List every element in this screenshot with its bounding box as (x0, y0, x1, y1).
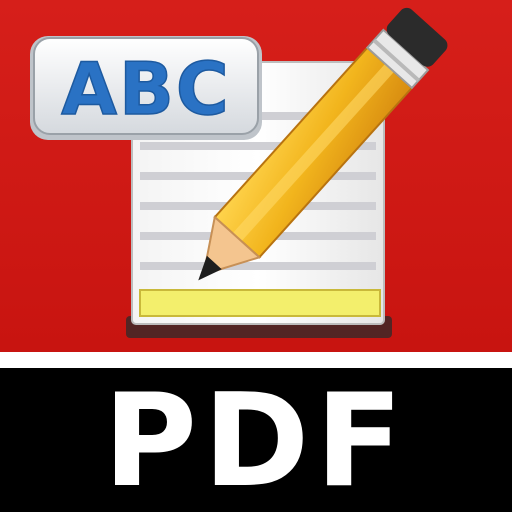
pdf-label: PDF (103, 367, 409, 512)
app-icon[interactable]: ABC PDF (0, 0, 512, 512)
abc-badge-text: ABC (61, 47, 230, 131)
highlight-bar (139, 289, 381, 317)
notepad-pencil-icon: ABC (30, 7, 448, 338)
abc-badge: ABC (30, 36, 262, 140)
divider (0, 352, 512, 368)
